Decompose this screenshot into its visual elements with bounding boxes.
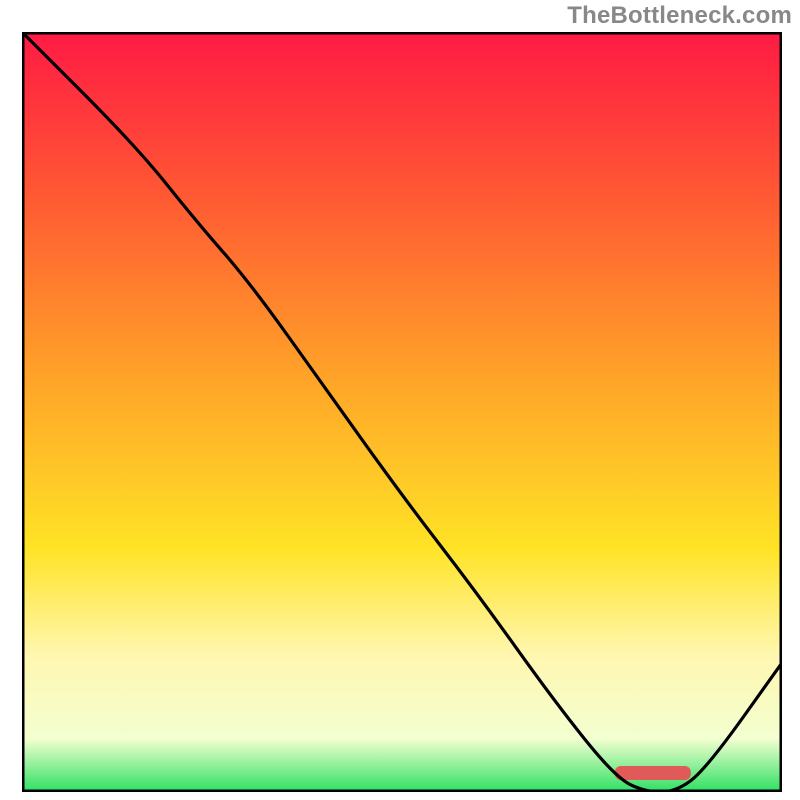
chart-svg [22, 32, 782, 792]
gradient-background [22, 32, 782, 792]
plot-area [22, 32, 782, 792]
chart-container: TheBottleneck.com [0, 0, 800, 800]
optimum-band-marker [615, 766, 691, 780]
attribution-label: TheBottleneck.com [567, 2, 792, 30]
